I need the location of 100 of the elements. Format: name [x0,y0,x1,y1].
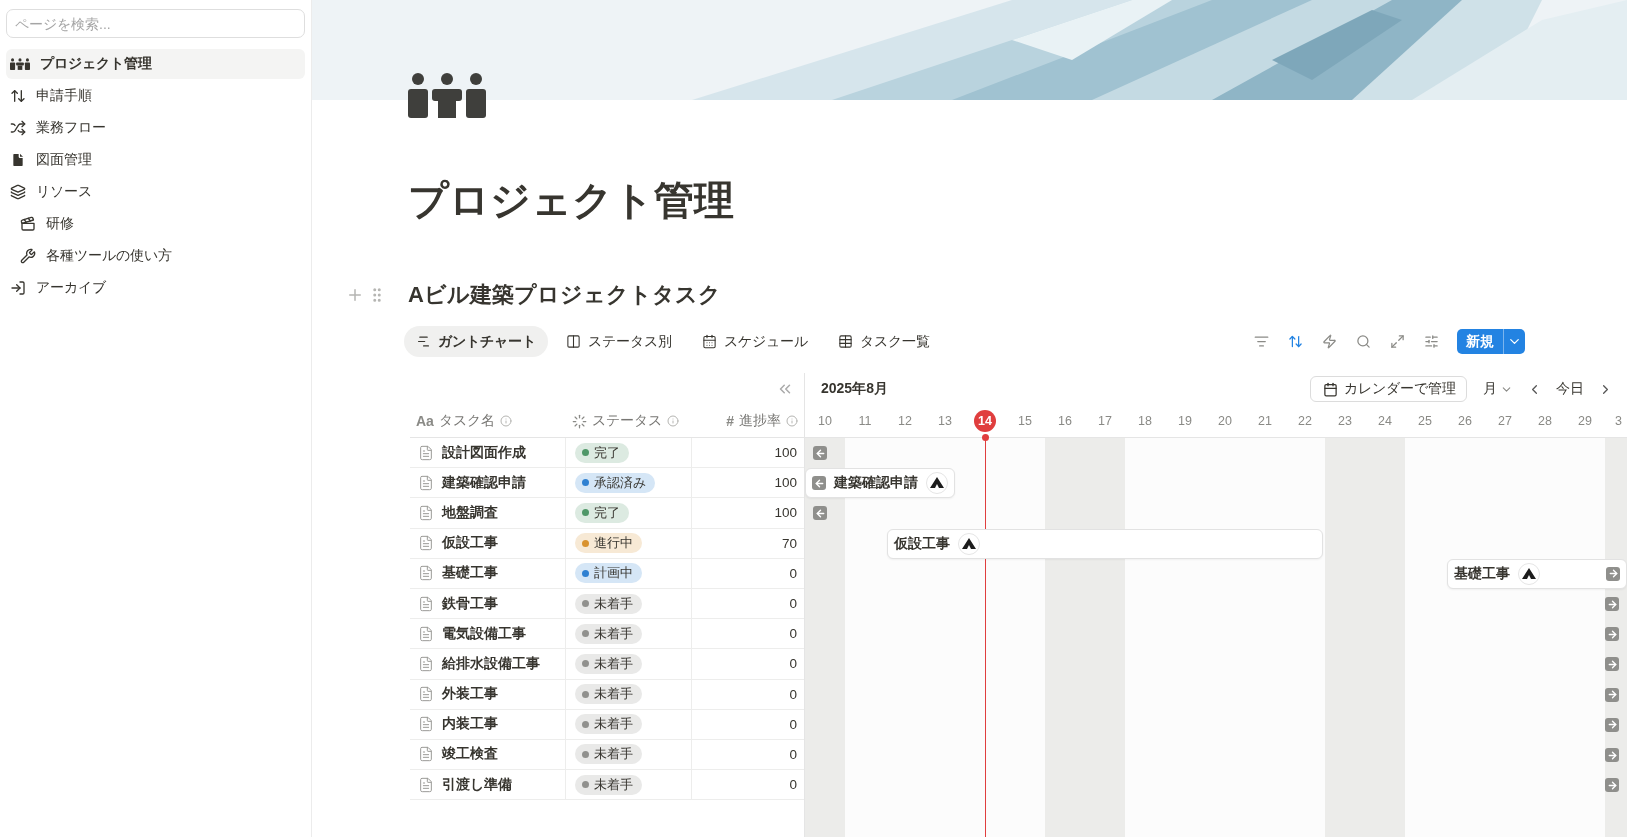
day-label: 14 [974,410,996,432]
enter-icon [10,280,26,296]
task-bar[interactable]: 基礎工事 [1447,558,1627,589]
day-label: 3 [1615,413,1622,430]
page-icon [418,474,434,491]
sidebar-item[interactable]: 各種ツールの使い方 [6,241,305,271]
day-label: 10 [818,413,832,430]
day-label: 19 [1178,413,1192,430]
day-label: 13 [938,413,952,430]
property-type-label: # [726,413,734,429]
task-name[interactable]: 竣工検査 [442,745,498,764]
sidebar-item[interactable]: アーカイブ [6,273,305,303]
status-icon [572,413,587,429]
task-bar[interactable]: 建築確認申請 [805,468,955,499]
page-title: プロジェクト管理 [408,177,735,224]
info-icon[interactable] [499,415,512,427]
scale-dropdown[interactable]: 月 [1479,380,1517,398]
avatar-icon [1518,562,1540,585]
view-tab[interactable]: タスク一覧 [826,326,942,357]
sort-icon [1287,334,1303,349]
status-tag: 承認済み [575,472,655,493]
add-icon[interactable] [346,286,364,304]
progress-value: 0 [788,595,798,614]
column-header[interactable]: ステータス [592,412,662,430]
page-icon [418,686,434,703]
page-icon [418,504,434,521]
day-label: 23 [1338,413,1352,430]
task-name[interactable]: 内装工事 [442,715,498,734]
status-tag: 計画中 [575,563,642,584]
day-label: 25 [1418,413,1432,430]
sidebar-item[interactable]: 図面管理 [6,145,305,175]
calendar-icon [702,334,717,349]
task-name[interactable]: 設計図面作成 [442,443,526,462]
day-label: 27 [1498,413,1512,430]
task-name[interactable]: 建築確認申請 [442,473,526,492]
day-label: 21 [1258,413,1272,430]
progress-value: 100 [773,444,798,463]
table-icon [838,334,853,349]
sidebar-item[interactable]: 申請手順 [6,81,305,111]
task-name[interactable]: 電気設備工事 [442,624,526,643]
search-field[interactable]: ページを検索... [6,9,305,38]
task-name[interactable]: 給排水設備工事 [442,654,540,673]
avatar-icon [958,532,980,555]
page-icon [418,746,434,763]
task-bar[interactable]: 仮設工事 [887,528,1323,559]
day-label: 28 [1538,413,1552,430]
day-label: 15 [1018,413,1032,430]
progress-value: 0 [788,715,798,734]
database-title: Aビル建築プロジェクトタスク [408,281,721,309]
status-tag: 未着手 [575,593,642,614]
wrench-icon [20,248,36,264]
sidebar-item[interactable]: 業務フロー [6,113,305,143]
status-tag: 進行中 [575,533,642,554]
info-icon[interactable] [667,415,679,427]
task-name[interactable]: 基礎工事 [442,564,498,583]
progress-value: 0 [788,745,798,764]
progress-value: 0 [788,625,798,644]
meeting-icon [408,72,486,118]
up-down-arrows-icon [10,88,26,104]
status-tag: 未着手 [575,744,642,765]
status-tag: 未着手 [575,653,642,674]
board-icon [566,334,581,349]
progress-value: 0 [788,685,798,704]
sidebar-item[interactable]: リソース [6,177,305,207]
task-name[interactable]: 仮設工事 [442,534,498,553]
view-tab[interactable]: スケジュール [690,326,820,357]
info-icon[interactable] [786,415,798,427]
column-header[interactable]: 進捗率 [739,412,781,430]
day-label: 18 [1138,413,1152,430]
task-name[interactable]: 地盤調査 [442,503,498,522]
progress-value: 100 [773,504,798,523]
day-label: 29 [1578,413,1592,430]
month-label: 2025年8月 [821,380,888,398]
task-name[interactable]: 引渡し準備 [442,775,512,794]
page-icon [418,565,434,582]
progress-value: 100 [773,474,798,493]
filter-icon [1253,334,1269,349]
sidebar-item[interactable]: 研修 [6,209,305,239]
progress-value: 0 [788,564,798,583]
meeting-icon [10,58,30,70]
sliders-icon [1423,334,1439,349]
calendar-button[interactable]: カレンダーで管理 [1310,376,1467,402]
page-icon [418,625,434,642]
task-name[interactable]: 鉄骨工事 [442,594,498,613]
today-button[interactable]: 今日 [1552,380,1588,398]
day-label: 16 [1058,413,1072,430]
progress-value: 0 [788,776,798,795]
view-tab[interactable]: ステータス別 [554,326,684,357]
sidebar-item[interactable]: プロジェクト管理 [6,49,305,79]
day-label: 24 [1378,413,1392,430]
status-tag: 完了 [575,502,629,523]
timeline-icon [416,334,431,349]
progress-value: 70 [780,534,798,553]
page-icon [418,716,434,733]
column-header[interactable]: タスク名 [438,412,495,430]
day-label: 22 [1298,413,1312,430]
status-tag: 未着手 [575,684,642,705]
view-tab[interactable]: ガントチャート [404,326,548,357]
task-name[interactable]: 外装工事 [442,685,498,704]
day-label: 11 [858,413,872,430]
